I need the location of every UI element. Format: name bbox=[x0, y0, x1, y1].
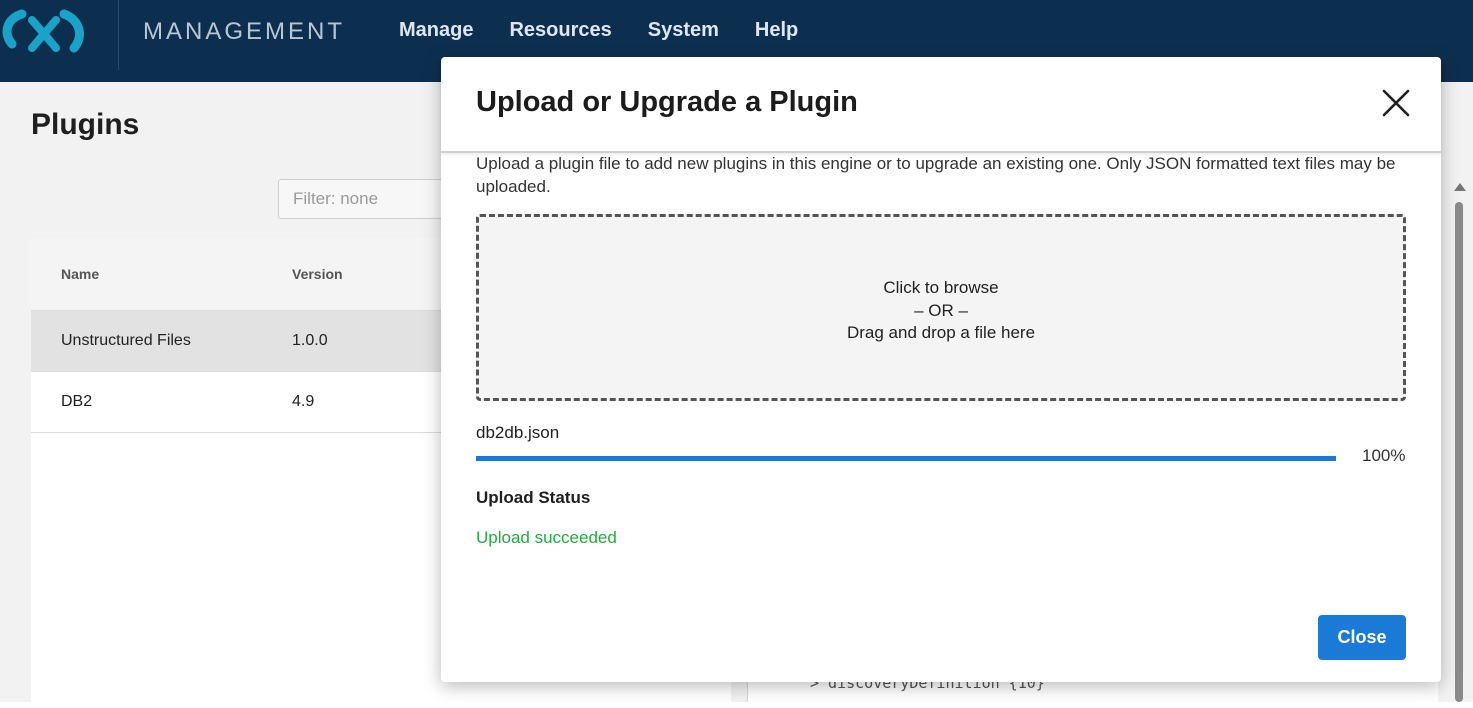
brand-logo-icon[interactable] bbox=[0, 6, 98, 60]
upload-status-text: Upload succeeded bbox=[476, 528, 617, 547]
main-nav: Manage Resources System Help bbox=[399, 19, 798, 42]
brand-name: MANAGEMENT bbox=[143, 18, 346, 45]
logo-divider bbox=[118, 0, 119, 70]
upload-plugin-dialog: Upload or Upgrade a Plugin Upload a plug… bbox=[441, 57, 1441, 682]
dialog-header: Upload or Upgrade a Plugin bbox=[441, 57, 1441, 153]
dropzone-or-text: – OR – bbox=[914, 300, 968, 320]
upload-progress-percent: 100% bbox=[1362, 446, 1406, 465]
file-dropzone[interactable]: Click to browse – OR – Drag and drop a f… bbox=[476, 214, 1406, 401]
nav-help[interactable]: Help bbox=[755, 19, 798, 42]
dropzone-browse-text: Click to browse bbox=[883, 278, 999, 297]
nav-manage[interactable]: Manage bbox=[399, 19, 473, 42]
nav-system[interactable]: System bbox=[648, 19, 719, 42]
dialog-description: Upload a plugin file to add new plugins … bbox=[476, 154, 1396, 196]
dropzone-drag-text: Drag and drop a file here bbox=[846, 323, 1036, 342]
close-button[interactable]: Close bbox=[1318, 615, 1406, 660]
upload-progress-bar bbox=[476, 456, 1336, 461]
dropzone-text: Click to browse – OR – Drag and drop a f… bbox=[479, 277, 1403, 345]
upload-progress-fill bbox=[476, 456, 1336, 461]
nav-resources[interactable]: Resources bbox=[509, 19, 611, 42]
uploaded-file-name: db2db.json bbox=[476, 423, 560, 442]
close-icon[interactable] bbox=[1381, 88, 1411, 118]
upload-status-label: Upload Status bbox=[476, 488, 591, 507]
dialog-title: Upload or Upgrade a Plugin bbox=[476, 86, 858, 118]
